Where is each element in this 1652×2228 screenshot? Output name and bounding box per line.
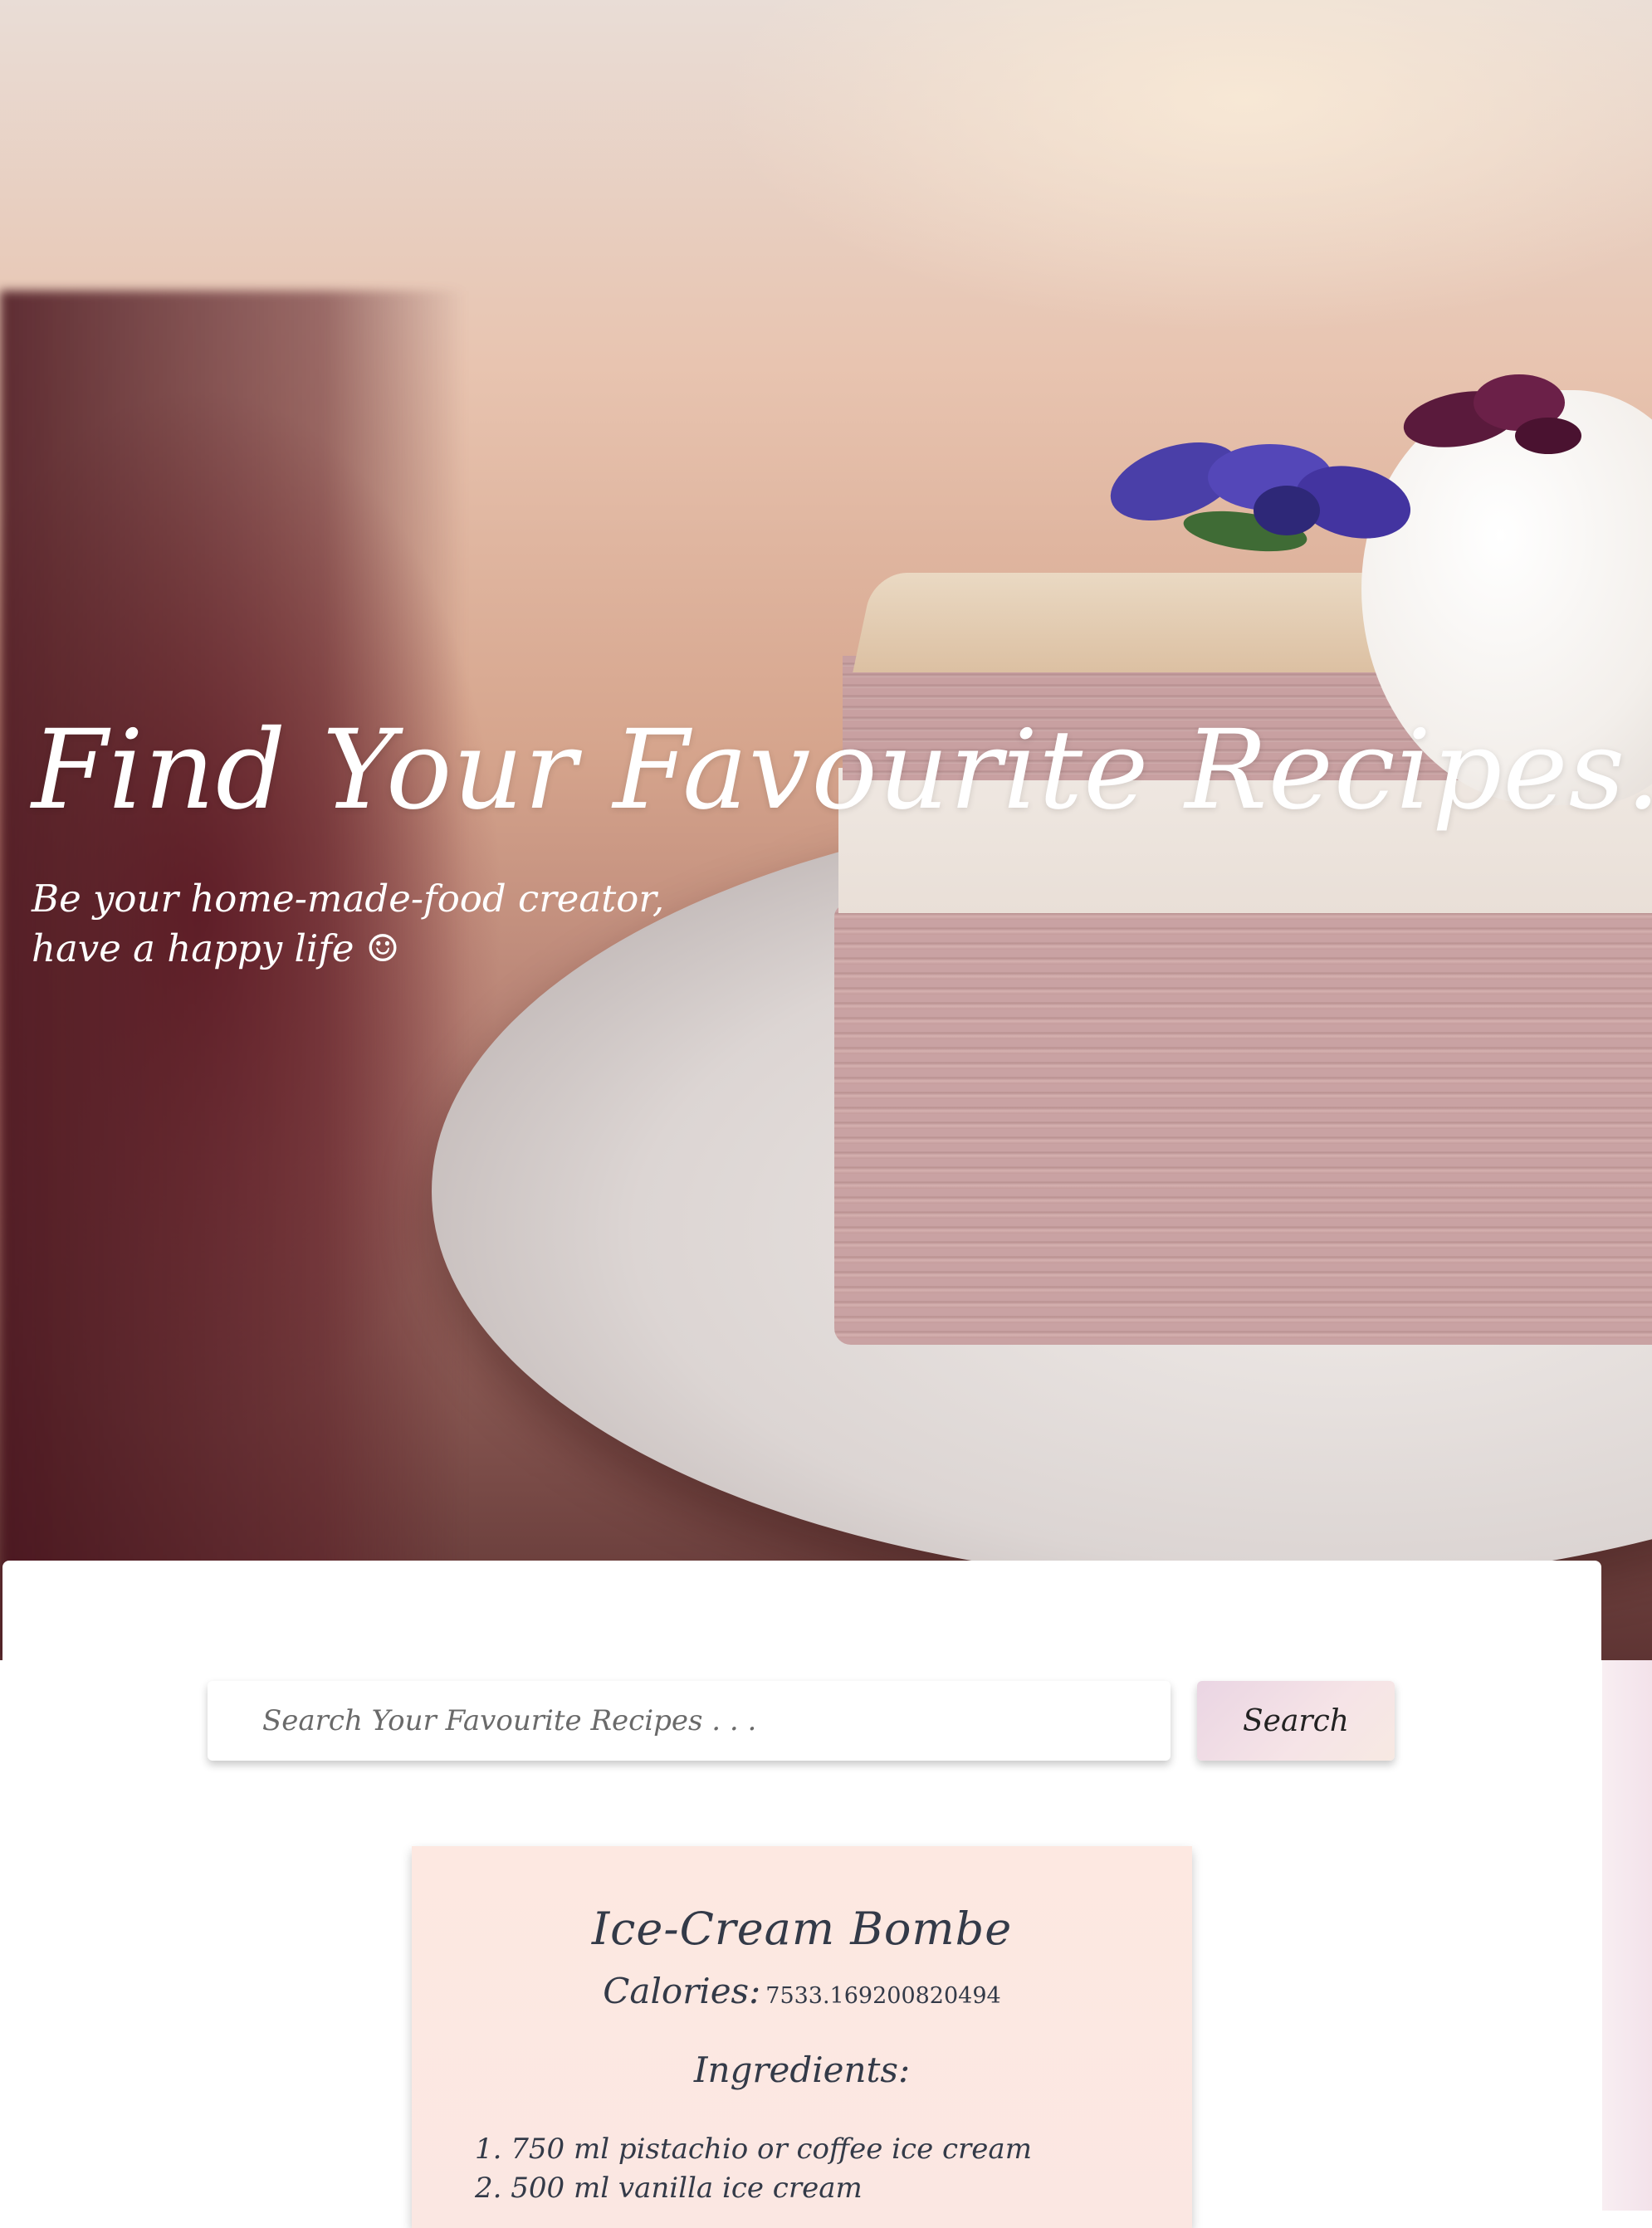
recipe-card[interactable]: Ice-Cream Bombe Calories: 7533.1692008204… [412, 1846, 1192, 2228]
hero-background-glass [0, 291, 465, 1660]
hero-banner: Find Your Favourite Recipes. Be your hom… [0, 0, 1652, 1660]
hero-subtitle-line-1: Be your home-made-food creator, [32, 877, 665, 921]
recipe-title: Ice-Cream Bombe [591, 1903, 1013, 1955]
page-side-background [1602, 1660, 1652, 2211]
ingredient-item: 1. 750 ml pistachio or coffee ice cream [475, 2133, 1032, 2166]
ingredient-item: 2. 500 ml vanilla ice cream [475, 2172, 863, 2205]
recipe-calories: Calories: 7533.169200820494 [412, 1971, 1192, 2011]
blue-flower-image [1110, 442, 1411, 552]
hero-subtitle: Be your home-made-food creator, have a h… [32, 874, 664, 974]
search-input[interactable] [208, 1681, 1171, 1761]
ingredients-heading: Ingredients: [693, 2050, 911, 2090]
search-button[interactable]: Search [1197, 1681, 1395, 1761]
calories-label: Calories: [603, 1971, 761, 2011]
ingredients-list: 1. 750 ml pistachio or coffee ice cream … [475, 2130, 1032, 2208]
hero-subtitle-line-2: have a happy life ☺ [32, 926, 400, 970]
calories-value: 7533.169200820494 [765, 1983, 1001, 2009]
dark-flower-image [1403, 374, 1581, 454]
hero-title: Find Your Favourite Recipes. [32, 706, 1652, 834]
hero-cake-layers-image [834, 905, 1652, 1345]
